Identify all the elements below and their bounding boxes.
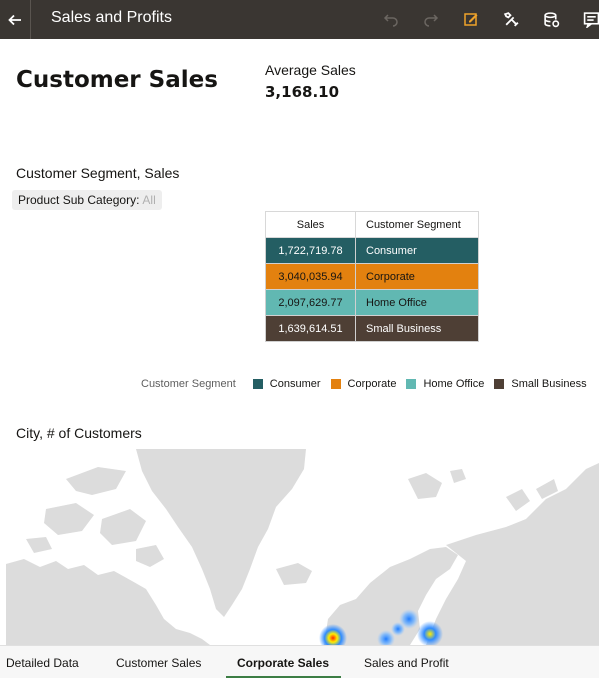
- legend-label: Home Office: [423, 378, 485, 390]
- segment-cell[interactable]: Home Office: [355, 289, 479, 316]
- legend-item-small-business[interactable]: Small Business: [494, 378, 587, 390]
- segment-cell[interactable]: Small Business: [355, 315, 479, 342]
- legend-swatch: [330, 379, 341, 389]
- table-row[interactable]: 2,097,629.77 Home Office: [265, 289, 479, 316]
- filter-label: Product Sub Category:: [18, 193, 140, 207]
- back-button[interactable]: [0, 0, 31, 39]
- legend-title: Customer Segment: [141, 378, 236, 390]
- heat-spot: [391, 622, 405, 636]
- canvas-tab-bar: Detailed Data Customer Sales Corporate S…: [0, 645, 599, 678]
- map-canvas: [6, 449, 599, 645]
- legend-item-corporate[interactable]: Corporate: [330, 378, 397, 390]
- segment-cell[interactable]: Corporate: [355, 263, 479, 290]
- tools-icon: [503, 11, 519, 27]
- canvas-title: Customer Sales: [16, 67, 218, 93]
- city-customers-map[interactable]: [6, 449, 599, 645]
- column-header-customer-segment[interactable]: Customer Segment: [355, 211, 479, 238]
- tab-customer-sales[interactable]: Customer Sales: [116, 656, 201, 670]
- back-arrow-icon: [8, 14, 21, 25]
- tab-sales-and-profit[interactable]: Sales and Profit: [364, 656, 449, 670]
- sales-cell[interactable]: 3,040,035.94: [265, 263, 356, 290]
- legend-swatch: [406, 379, 417, 389]
- sales-cell[interactable]: 1,639,614.51: [265, 315, 356, 342]
- undo-button[interactable]: [382, 10, 400, 28]
- app-title: Sales and Profits: [51, 9, 172, 26]
- kpi-label: Average Sales: [265, 62, 356, 78]
- land-arctic-islands: [26, 467, 164, 567]
- tab-detailed-data[interactable]: Detailed Data: [6, 656, 79, 670]
- table-header-row: Sales Customer Segment: [265, 211, 479, 238]
- land-svalbard: [408, 469, 466, 499]
- segment-legend: Customer Segment Consumer Corporate Home…: [141, 376, 597, 392]
- legend-item-consumer[interactable]: Consumer: [252, 378, 321, 390]
- narrate-button[interactable]: [582, 10, 599, 28]
- top-bar: Sales and Profits: [0, 0, 599, 39]
- legend-label: Small Business: [511, 378, 587, 390]
- land-greenland: [136, 449, 306, 617]
- product-sub-category-filter[interactable]: Product Sub Category: All: [12, 190, 162, 210]
- segment-cell[interactable]: Consumer: [355, 237, 479, 264]
- tab-corporate-sales[interactable]: Corporate Sales: [237, 656, 329, 670]
- data-icon: [543, 11, 559, 27]
- segment-viz-title: Customer Segment, Sales: [16, 165, 180, 181]
- sales-cell[interactable]: 1,722,719.78: [265, 237, 356, 264]
- sales-cell[interactable]: 2,097,629.77: [265, 289, 356, 316]
- edit-button[interactable]: [462, 10, 480, 28]
- undo-icon: [383, 14, 398, 27]
- legend-swatch: [494, 379, 505, 389]
- table-row[interactable]: 1,639,614.51 Small Business: [265, 315, 479, 342]
- tools-button[interactable]: [502, 10, 520, 28]
- filter-value: All: [142, 193, 156, 207]
- kpi-value: 3,168.10: [265, 83, 340, 101]
- column-header-sales[interactable]: Sales: [265, 211, 356, 238]
- legend-label: Consumer: [269, 378, 321, 390]
- narrate-icon: [583, 11, 599, 28]
- redo-button[interactable]: [422, 10, 440, 28]
- legend-item-home-office[interactable]: Home Office: [406, 378, 484, 390]
- table-row[interactable]: 3,040,035.94 Corporate: [265, 263, 479, 290]
- legend-swatch: [252, 379, 263, 389]
- edit-icon: [464, 13, 478, 26]
- land-iceland: [276, 563, 312, 585]
- table-row[interactable]: 1,722,719.78 Consumer: [265, 237, 479, 264]
- segment-sales-table: Sales Customer Segment 1,722,719.78 Cons…: [265, 211, 479, 342]
- data-button[interactable]: [542, 10, 560, 28]
- map-viz-title: City, # of Customers: [16, 425, 142, 441]
- legend-label: Corporate: [347, 378, 397, 390]
- redo-icon: [424, 14, 439, 27]
- land-north-america: [6, 559, 210, 645]
